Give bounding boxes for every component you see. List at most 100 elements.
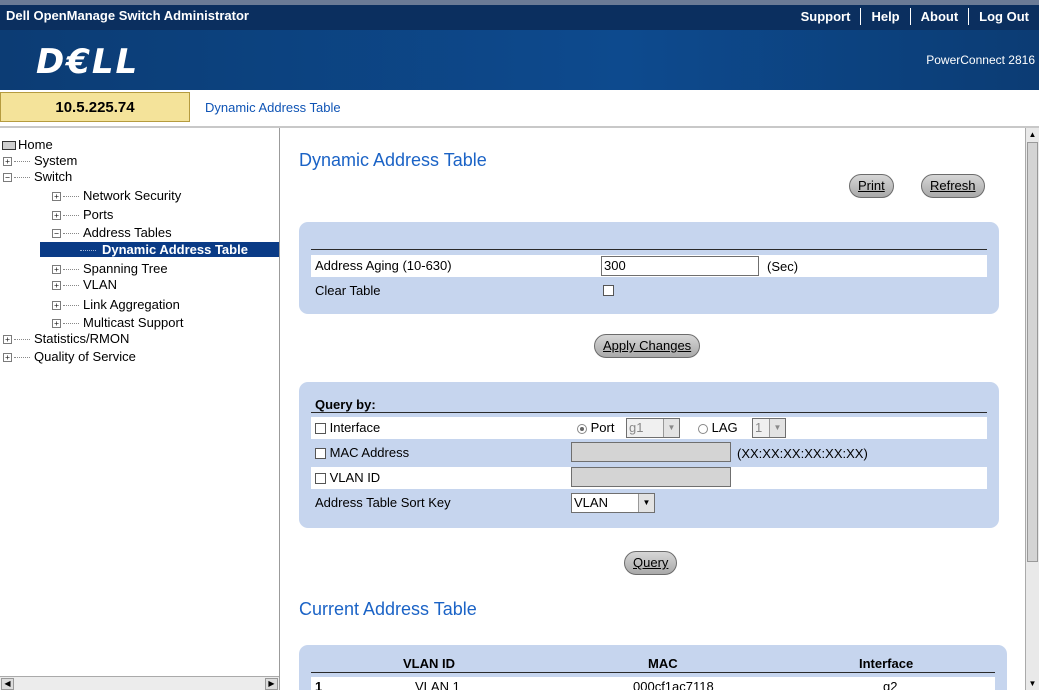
col-vlan-id: VLAN ID — [403, 656, 455, 671]
aging-unit: (Sec) — [767, 259, 799, 274]
banner: D€LL PowerConnect 2816 — [0, 30, 1039, 90]
app-title: Dell OpenManage Switch Administrator — [6, 8, 249, 23]
content-vertical-scrollbar[interactable]: ▲ ▼ — [1025, 128, 1039, 690]
product-name: PowerConnect 2816 — [926, 53, 1035, 67]
clear-table-label: Clear Table — [315, 283, 381, 298]
tree-statistics-rmon[interactable]: + Statistics/RMON — [3, 331, 129, 346]
query-by-header: Query by: — [315, 397, 376, 412]
sort-key-row: Address Table Sort Key VLAN ▼ — [311, 492, 987, 514]
vlan-checkbox[interactable] — [315, 473, 326, 485]
vlan-label: VLAN ID — [329, 470, 381, 485]
interface-checkbox[interactable] — [315, 423, 326, 435]
help-link[interactable]: Help — [860, 8, 909, 25]
lag-select[interactable]: 1 ▼ — [752, 418, 786, 438]
support-link[interactable]: Support — [791, 8, 861, 25]
tree-home-label: Home — [18, 137, 53, 152]
tree-multicast-support[interactable]: + Multicast Support — [52, 315, 183, 330]
tree-system-label: System — [34, 153, 78, 168]
collapse-icon[interactable]: − — [52, 229, 61, 239]
refresh-button[interactable]: Refresh — [921, 174, 985, 198]
scroll-right-icon[interactable]: ▶ — [265, 678, 278, 690]
aging-input[interactable]: 300 — [601, 256, 759, 276]
row-interface: g2 — [883, 679, 898, 690]
address-bar: 10.5.225.74 Dynamic Address Table — [0, 90, 1039, 128]
tree-switch[interactable]: − Switch — [3, 169, 72, 184]
print-button[interactable]: Print — [849, 174, 894, 198]
tree-switch-label: Switch — [34, 169, 73, 184]
sort-key-select[interactable]: VLAN ▼ — [571, 493, 655, 513]
tree-link-aggregation[interactable]: + Link Aggregation — [52, 297, 180, 312]
expand-icon[interactable]: + — [52, 281, 61, 291]
tree-home[interactable]: Home — [2, 137, 53, 152]
settings-panel: Address Aging (10-630) 300 (Sec) Clear T… — [299, 222, 999, 314]
expand-icon[interactable]: + — [3, 353, 12, 363]
tree-vlan[interactable]: + VLAN — [52, 277, 117, 292]
tree-vlan-label: VLAN — [83, 277, 117, 292]
tree-dynamic-address-table[interactable]: Dynamic Address Table — [40, 242, 279, 257]
tree-address-tables[interactable]: − Address Tables — [52, 225, 172, 240]
interface-label: Interface — [329, 420, 381, 435]
scroll-up-icon[interactable]: ▲ — [1026, 128, 1039, 141]
tree-ports[interactable]: + Ports — [52, 207, 113, 222]
port-select-value: g1 — [629, 420, 644, 435]
top-bar: Dell OpenManage Switch Administrator Sup… — [0, 0, 1039, 30]
expand-icon[interactable]: + — [3, 335, 12, 345]
current-address-table-title: Current Address Table — [299, 599, 477, 619]
tree-spanning-tree[interactable]: + Spanning Tree — [52, 261, 168, 276]
aging-label: Address Aging (10-630) — [315, 258, 452, 273]
sort-key-value: VLAN — [574, 495, 608, 510]
logout-link[interactable]: Log Out — [968, 8, 1039, 25]
chevron-down-icon: ▼ — [638, 494, 654, 512]
table-row[interactable]: 1 VLAN 1 000cf1ac7118 g2 — [311, 677, 995, 690]
collapse-icon[interactable]: − — [3, 173, 12, 183]
breadcrumb[interactable]: Dynamic Address Table — [205, 100, 341, 115]
port-label: Port — [590, 420, 615, 435]
home-icon — [2, 141, 16, 151]
tree-address-tables-label: Address Tables — [83, 225, 172, 240]
tree-horizontal-scrollbar[interactable]: ◀ ▶ — [0, 676, 279, 690]
tree-quality-of-service[interactable]: + Quality of Service — [3, 349, 136, 364]
clear-table-checkbox[interactable] — [603, 285, 614, 296]
mac-row: MAC Address (XX:XX:XX:XX:XX:XX) — [311, 442, 987, 464]
sort-key-label: Address Table Sort Key — [315, 495, 451, 510]
scroll-left-icon[interactable]: ◀ — [1, 678, 14, 690]
mac-input[interactable] — [571, 442, 731, 462]
row-vlan: VLAN 1 — [415, 679, 460, 690]
scroll-down-icon[interactable]: ▼ — [1026, 677, 1039, 690]
tree-network-security[interactable]: + Network Security — [52, 188, 181, 203]
chevron-down-icon: ▼ — [663, 419, 679, 437]
main-content: Dynamic Address Table Print Refresh Addr… — [281, 128, 1025, 690]
expand-icon[interactable]: + — [3, 157, 12, 167]
query-button[interactable]: Query — [624, 551, 678, 575]
expand-icon[interactable]: + — [52, 211, 61, 221]
about-link[interactable]: About — [909, 8, 969, 25]
vlan-row: VLAN ID — [311, 467, 987, 489]
lag-radio[interactable] — [698, 423, 708, 434]
interface-row: Interface Port g1 ▼ LAG 1 ▼ — [311, 417, 987, 439]
mac-label: MAC Address — [329, 445, 410, 460]
address-table-panel: VLAN ID MAC Interface 1 VLAN 1 000cf1ac7… — [299, 645, 1007, 690]
chevron-down-icon: ▼ — [769, 419, 785, 437]
scrollbar-thumb[interactable] — [1027, 142, 1038, 562]
port-select[interactable]: g1 ▼ — [626, 418, 680, 438]
lag-select-value: 1 — [755, 420, 763, 435]
expand-icon[interactable]: + — [52, 301, 61, 311]
apply-changes-button[interactable]: Apply Changes — [594, 334, 701, 358]
lag-label: LAG — [711, 420, 738, 435]
port-radio[interactable] — [577, 423, 587, 434]
expand-icon[interactable]: + — [52, 265, 61, 275]
mac-format-hint: (XX:XX:XX:XX:XX:XX) — [737, 446, 868, 461]
tree-dynamic-address-table-label: Dynamic Address Table — [100, 242, 250, 257]
mac-checkbox[interactable] — [315, 448, 326, 460]
expand-icon[interactable]: + — [52, 319, 61, 329]
tree-link-aggregation-label: Link Aggregation — [83, 297, 180, 312]
vlan-input[interactable] — [571, 467, 731, 487]
tree-ports-label: Ports — [83, 207, 114, 222]
tree-network-security-label: Network Security — [83, 188, 182, 203]
page-title: Dynamic Address Table — [299, 150, 487, 170]
expand-icon[interactable]: + — [52, 192, 61, 202]
tree-spanning-tree-label: Spanning Tree — [83, 261, 168, 276]
tree-system[interactable]: + System — [3, 153, 77, 168]
query-panel: Query by: Interface Port g1 ▼ LAG 1 ▼ MA… — [299, 382, 999, 528]
tree-quality-of-service-label: Quality of Service — [34, 349, 136, 364]
